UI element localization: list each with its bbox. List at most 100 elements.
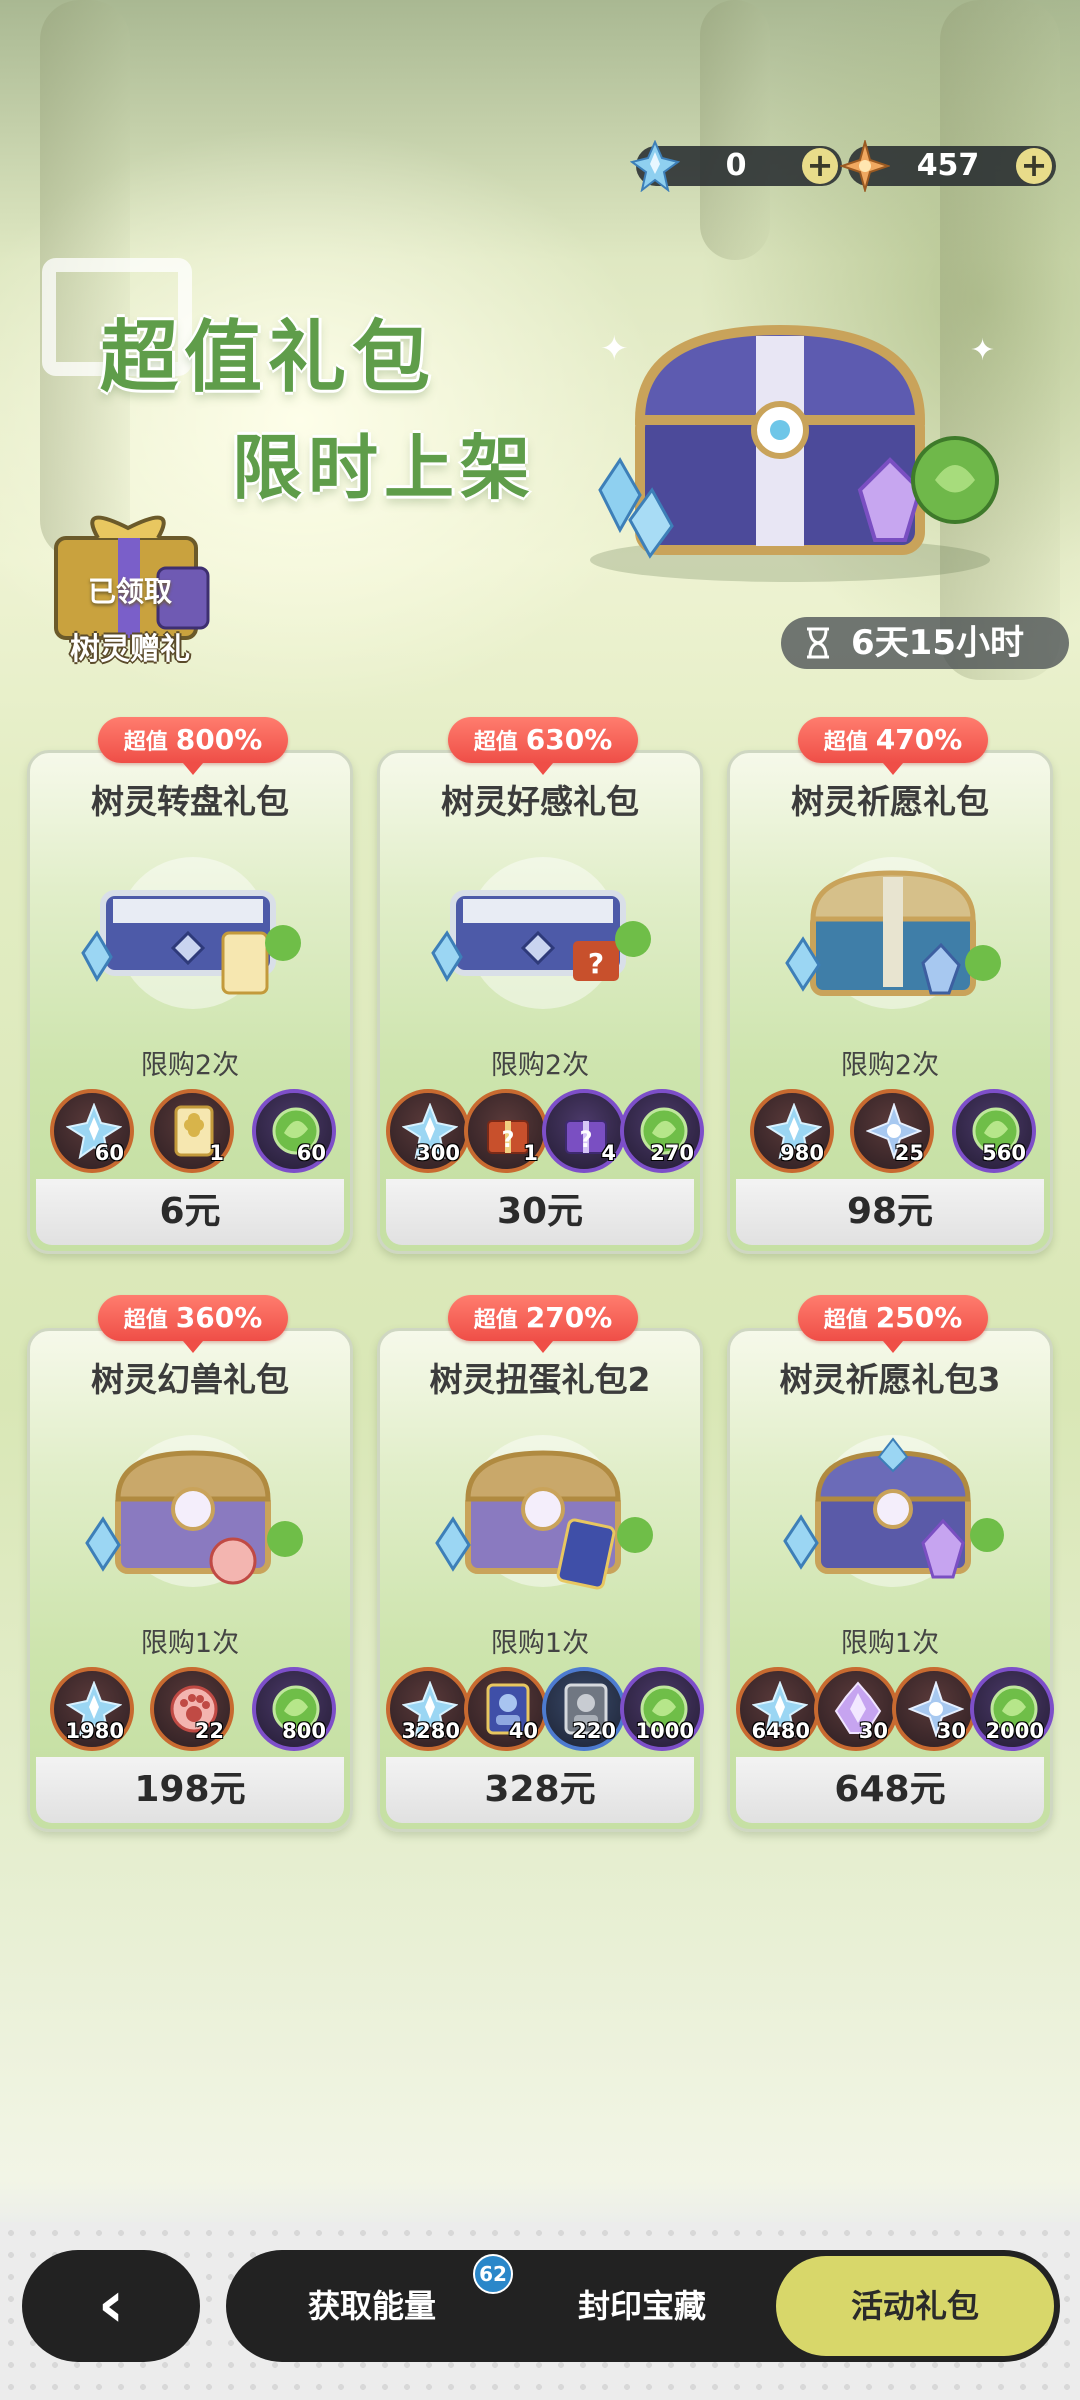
gift-pack-card[interactable]: 超值 250% 树灵祈愿礼包3 限购1次 6480 30 30 2000 648元 (727, 1295, 1054, 1832)
star-amount: 457 (916, 148, 980, 183)
pack-title: 树灵扭蛋礼包2 (429, 1360, 651, 1399)
claimed-gift-name[interactable]: 树灵赠礼 (50, 624, 210, 668)
pack-chest-icon (81, 857, 301, 1009)
reward-item[interactable]: 2000 (970, 1667, 1054, 1751)
reward-item[interactable]: 270 (620, 1089, 704, 1173)
reward-item[interactable]: 30 (814, 1667, 898, 1751)
reward-item[interactable]: 22 (150, 1667, 234, 1751)
tab-sealed-treasure[interactable]: 封印宝藏 (532, 2250, 752, 2362)
pack-title: 树灵祈愿礼包 (791, 782, 989, 821)
discount-prefix: 超值 (123, 1308, 168, 1333)
item-quantity: 800 (282, 1719, 326, 1743)
reward-item[interactable]: 40 (464, 1667, 548, 1751)
purchase-limit: 限购1次 (840, 1628, 940, 1659)
item-quantity: 60 (94, 1141, 124, 1165)
gift-pack-card[interactable]: 超值 800% 树灵转盘礼包 限购2次 60 1 60 6元 (27, 717, 353, 1254)
discount-prefix: 超值 (823, 1308, 868, 1333)
reward-item[interactable]: 6480 (736, 1667, 820, 1751)
discount-prefix: 超值 (823, 730, 868, 755)
discount-value: 800% (175, 723, 263, 756)
item-quantity: 980 (780, 1141, 824, 1165)
pack-title: 树灵幻兽礼包 (91, 1360, 289, 1399)
pack-title: 树灵转盘礼包 (91, 782, 289, 821)
discount-value: 250% (875, 1301, 963, 1334)
pack-chest-icon (85, 1435, 303, 1587)
item-quantity: 3280 (401, 1719, 460, 1743)
buy-price-button[interactable]: 6元 (36, 1179, 344, 1245)
treasure-chest-icon: ✦ ✦ (590, 324, 999, 582)
discount-badge: 超值 360% (98, 1295, 288, 1353)
reward-item[interactable]: 1 (150, 1089, 234, 1173)
purchase-limit: 限购2次 (140, 1050, 240, 1081)
reward-item[interactable]: 30 (892, 1667, 976, 1751)
reward-item[interactable]: ? 1 (464, 1089, 548, 1173)
reward-item[interactable]: 25 (850, 1089, 934, 1173)
claimed-status: 已领取 (87, 575, 172, 608)
discount-badge: 超值 250% (798, 1295, 988, 1353)
reward-item[interactable]: 60 (252, 1089, 336, 1173)
discount-badge: 超值 800% (98, 717, 288, 775)
background-tree-trunk (700, 0, 770, 260)
pack-chest-icon: ? (431, 857, 651, 1009)
purchase-limit: 限购1次 (140, 1628, 240, 1659)
reward-item[interactable]: 300 (386, 1089, 470, 1173)
gold-star-crystal-icon (840, 140, 890, 192)
discount-value: 630% (525, 723, 613, 756)
buy-price-button[interactable]: 198元 (36, 1757, 344, 1823)
crystal-currency: 0 + (630, 140, 842, 192)
item-quantity: 220 (572, 1719, 616, 1743)
item-quantity: 560 (982, 1141, 1026, 1165)
pack-items: 1980 22 800 (30, 1667, 350, 1755)
hourglass-icon (807, 627, 829, 659)
reward-item[interactable]: 800 (252, 1667, 336, 1751)
item-quantity: 40 (508, 1719, 538, 1743)
discount-prefix: 超值 (473, 730, 518, 755)
reward-item[interactable]: 1980 (50, 1667, 134, 1751)
tab-event-packs[interactable]: 活动礼包 (776, 2256, 1054, 2356)
back-arrow-icon: ‹ (97, 2268, 125, 2342)
item-quantity: 4 (601, 1141, 616, 1165)
buy-price-button[interactable]: 98元 (736, 1179, 1044, 1245)
gift-pack-card[interactable]: 超值 630% 树灵好感礼包? 限购2次 300? 1? 4 270 30元 (377, 717, 704, 1254)
add-star-button[interactable]: + (1016, 148, 1052, 184)
pack-items: 60 1 60 (30, 1089, 350, 1177)
gift-pack-card[interactable]: 超值 470% 树灵祈愿礼包 限购2次 980 25 560 98元 (727, 717, 1053, 1254)
reward-item[interactable]: 3280 (386, 1667, 470, 1751)
purchase-limit: 限购2次 (840, 1050, 940, 1081)
gift-pack-card[interactable]: 超值 360% 树灵幻兽礼包 限购1次 1980 22 800 198元 (27, 1295, 353, 1832)
tab-get-energy[interactable]: 获取能量 (262, 2250, 482, 2362)
pack-items: 3280 40 220 1000 (380, 1667, 704, 1755)
gift-pack-card[interactable]: 超值 270% 树灵扭蛋礼包2 限购1次 3280 40 220 1000 328元 (377, 1295, 704, 1832)
item-quantity: 1 (523, 1141, 538, 1165)
item-quantity: 25 (894, 1141, 924, 1165)
back-button[interactable]: ‹ (22, 2250, 200, 2362)
item-quantity: 300 (416, 1141, 460, 1165)
purchase-limit: 限购1次 (490, 1628, 590, 1659)
buy-price-button[interactable]: 648元 (736, 1757, 1044, 1823)
discount-badge: 超值 270% (448, 1295, 638, 1353)
item-quantity: 1 (209, 1141, 224, 1165)
item-quantity: 2000 (985, 1719, 1044, 1743)
reward-item[interactable]: ? 4 (542, 1089, 626, 1173)
item-quantity: 22 (194, 1719, 224, 1743)
add-crystal-button[interactable]: + (802, 148, 838, 184)
buy-price-button[interactable]: 30元 (386, 1179, 694, 1245)
countdown-text: 6天15小时 (851, 623, 1024, 663)
reward-item[interactable]: 560 (952, 1089, 1036, 1173)
discount-badge: 超值 630% (448, 717, 638, 775)
crystal-amount: 0 (725, 148, 747, 183)
reward-item[interactable]: 1000 (620, 1667, 704, 1751)
item-quantity: 30 (936, 1719, 966, 1743)
pack-items: 300? 1? 4 270 (380, 1089, 704, 1177)
item-quantity: 1000 (635, 1719, 694, 1743)
pack-title: 树灵好感礼包 (441, 782, 639, 821)
svg-text:✦: ✦ (970, 333, 995, 368)
reward-item[interactable]: 980 (750, 1089, 834, 1173)
reward-item[interactable]: 60 (50, 1089, 134, 1173)
hero-subtitle: 限时上架 (232, 427, 536, 509)
svg-text:✦: ✦ (600, 329, 629, 369)
reward-item[interactable]: 220 (542, 1667, 626, 1751)
discount-prefix: 超值 (473, 1308, 518, 1333)
buy-price-button[interactable]: 328元 (386, 1757, 694, 1823)
svg-text:?: ? (502, 1128, 515, 1153)
